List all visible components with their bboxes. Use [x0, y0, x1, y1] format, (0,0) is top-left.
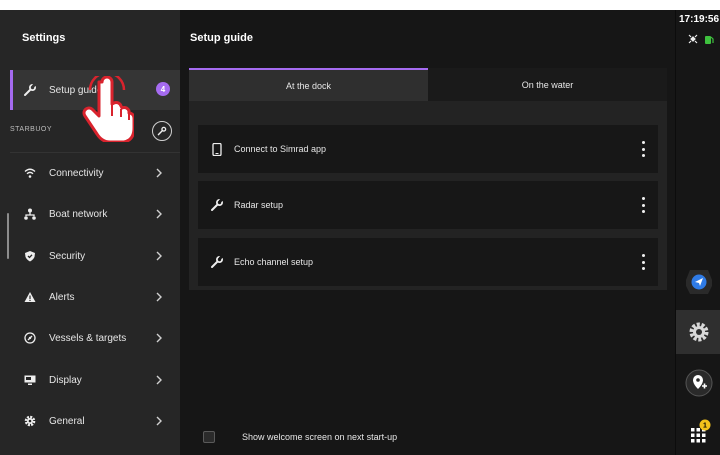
wifi-icon	[23, 166, 37, 180]
sidebar-item-alerts[interactable]: Alerts	[10, 277, 180, 317]
gear-icon	[23, 414, 37, 428]
shield-icon	[23, 249, 37, 263]
apps-badge: 1	[703, 423, 707, 430]
sidebar-title: Settings	[22, 32, 66, 44]
apps-button[interactable]: 1	[683, 415, 715, 447]
chevron-right-icon	[156, 292, 162, 302]
chevron-right-icon	[156, 251, 162, 261]
fuel-icon	[705, 36, 714, 44]
card-radar-setup[interactable]: Radar setup	[198, 181, 658, 229]
display-icon	[23, 373, 37, 387]
sidebar-item-label: General	[49, 415, 85, 427]
main-header: Setup guide	[180, 10, 675, 68]
more-options-icon[interactable]	[640, 197, 646, 213]
tab-label: At the dock	[285, 80, 332, 91]
card-echo-channel-setup[interactable]: Echo channel setup	[198, 238, 658, 286]
sidebar-item-label: Security	[49, 250, 86, 262]
sidebar-item-security[interactable]: Security	[10, 236, 180, 276]
chevron-right-icon	[156, 333, 162, 343]
chevron-right-icon	[156, 375, 162, 385]
wrench-icon	[157, 126, 167, 136]
wrench-icon	[210, 255, 224, 269]
right-rail: 17:19:56 1	[675, 10, 720, 455]
more-options-icon[interactable]	[640, 254, 646, 270]
navigate-button[interactable]	[683, 266, 715, 298]
sidebar-item-label: Connectivity	[49, 167, 104, 179]
tab-on-the-water[interactable]: On the water	[428, 68, 667, 101]
more-options-icon[interactable]	[640, 141, 646, 157]
tab-label: On the water	[521, 79, 574, 90]
wrench-icon	[23, 83, 37, 97]
chevron-right-icon	[156, 168, 162, 178]
phone-icon	[210, 142, 224, 156]
setup-guide-count-badge: 4	[156, 82, 170, 96]
satellite-icon	[688, 34, 698, 44]
network-icon	[23, 207, 37, 221]
page-title: Setup guide	[190, 32, 253, 44]
wrench-icon	[210, 198, 224, 212]
navigate-icon	[686, 270, 712, 294]
screen: Settings Setup guide 4 STARBUOY Connecti…	[0, 10, 720, 455]
sidebar-item-display[interactable]: Display	[10, 360, 180, 400]
section-label-starbuoy: STARBUOY	[10, 126, 52, 133]
active-indicator	[10, 70, 13, 110]
sidebar-item-label: Boat network	[49, 208, 108, 220]
checkbox-label: Show welcome screen on next start-up	[242, 431, 398, 442]
card-label: Echo channel setup	[234, 257, 314, 267]
sidebar-item-label: Vessels & targets	[49, 332, 127, 344]
sidebar-scrollbar[interactable]	[7, 213, 9, 259]
card-connect-simrad-app[interactable]: Connect to Simrad app	[198, 125, 658, 173]
setup-guide-panel: At the dock On the water Connect to Simr…	[189, 68, 667, 290]
apps-grid-icon: 1	[691, 419, 711, 443]
chevron-right-icon	[156, 416, 162, 426]
add-waypoint-button[interactable]	[683, 367, 715, 399]
sidebar-item-vessels-targets[interactable]: Vessels & targets	[10, 318, 180, 358]
alert-icon	[23, 290, 37, 304]
target-icon	[23, 331, 37, 345]
hand-pointer-icon	[82, 76, 134, 142]
card-label: Radar setup	[234, 200, 284, 210]
chevron-right-icon	[156, 209, 162, 219]
add-waypoint-icon	[685, 369, 713, 397]
welcome-screen-checkbox[interactable]	[203, 430, 215, 443]
sidebar-item-label: Alerts	[49, 291, 75, 303]
settings-button[interactable]	[676, 310, 720, 354]
tab-at-the-dock[interactable]: At the dock	[189, 68, 428, 101]
sidebar-item-label: Display	[49, 374, 82, 386]
card-label: Connect to Simrad app	[234, 144, 327, 154]
sidebar-item-general[interactable]: General	[10, 401, 180, 441]
sidebar-item-connectivity[interactable]: Connectivity	[10, 153, 180, 193]
settings-sidebar: Settings Setup guide 4 STARBUOY Connecti…	[0, 10, 180, 455]
status-icons	[688, 34, 714, 44]
settings-icon	[689, 322, 708, 342]
starbuoy-wrench-button[interactable]	[152, 121, 172, 141]
sidebar-item-boat-network[interactable]: Boat network	[10, 194, 180, 234]
welcome-screen-option: Show welcome screen on next start-up	[189, 418, 675, 455]
clock: 17:19:56	[679, 14, 720, 25]
